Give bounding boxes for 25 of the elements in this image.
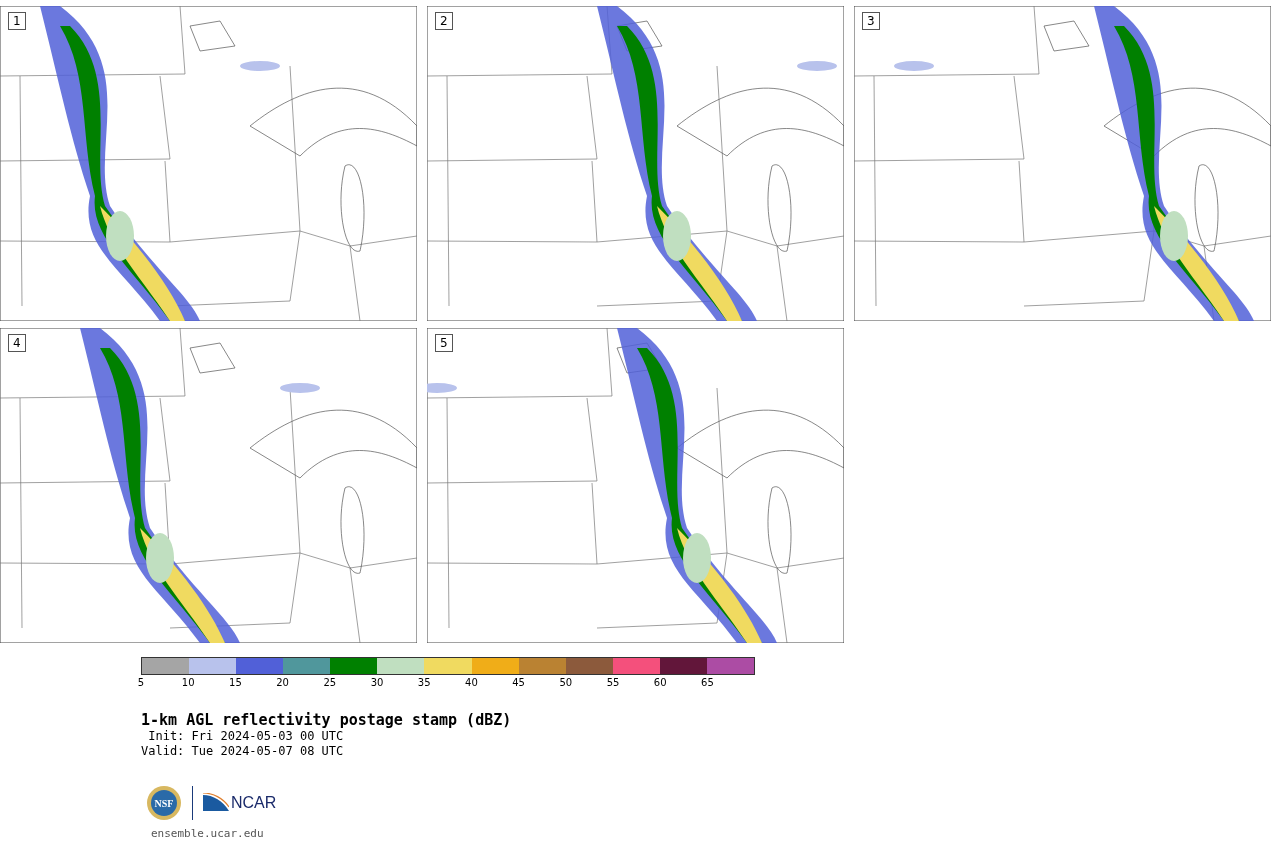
panel-number: 3 (862, 12, 880, 30)
panel-number: 1 (8, 12, 26, 30)
tick-label: 5 (137, 677, 145, 688)
panel-number: 5 (435, 334, 453, 352)
chart-title: 1-km AGL reflectivity postage stamp (dBZ) (141, 711, 513, 729)
nsf-logo: NSF (146, 785, 182, 821)
wing-icon (203, 793, 229, 813)
valid-time: Valid: Tue 2024-05-07 08 UTC (141, 744, 345, 759)
panel-number: 4 (8, 334, 26, 352)
panel-number: 2 (435, 12, 453, 30)
website-url: ensemble.ucar.edu (151, 827, 265, 840)
tick-label: 55 (606, 677, 620, 688)
tick-label: 40 (465, 677, 478, 688)
tick-label: 35 (417, 677, 431, 688)
tick-label: 25 (323, 677, 337, 688)
tick-label: 15 (229, 677, 242, 688)
tick-label: 65 (701, 677, 714, 688)
tick-label: 30 (370, 677, 384, 688)
tick-label: 45 (512, 677, 525, 688)
tick-label: 10 (181, 677, 195, 688)
tick-label: 60 (653, 677, 667, 688)
ncar-logo-text: NCAR (231, 794, 277, 812)
tick-label: 50 (559, 677, 573, 688)
init-time: Init: Fri 2024-05-03 00 UTC (147, 729, 345, 744)
tick-label: 20 (276, 677, 289, 688)
